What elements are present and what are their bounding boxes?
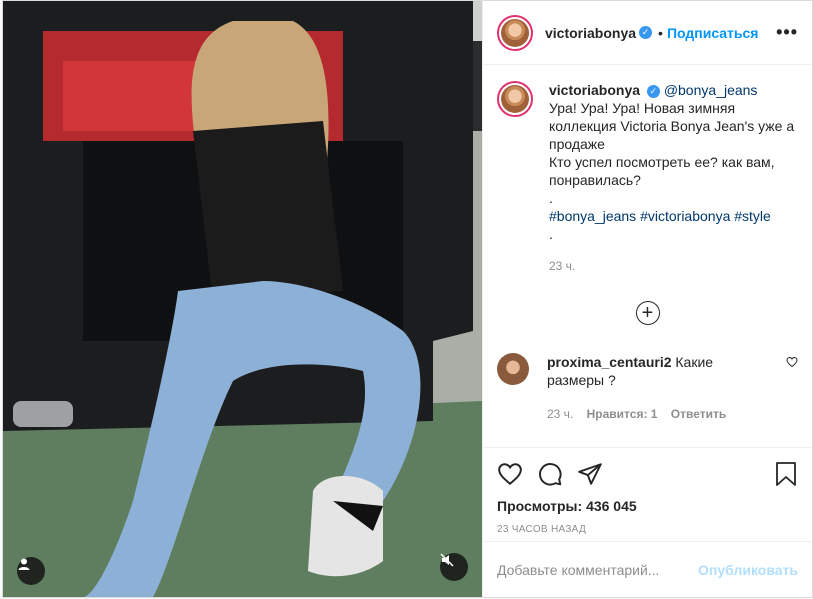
post-timestamp[interactable]: 23 ЧАСОВ НАЗАД xyxy=(497,524,798,535)
post-video[interactable] xyxy=(3,1,482,597)
caption: victoriabonya ✓ @bonya_jeans Ура! Ура! У… xyxy=(497,81,798,275)
reply-button[interactable]: Ответить xyxy=(671,407,726,421)
comment-time[interactable]: 23 ч. xyxy=(547,407,573,421)
video-frame xyxy=(3,1,482,597)
caption-author[interactable]: victoriabonya xyxy=(549,82,640,98)
caption-line1: Ура! Ура! Ура! Новая зимняя коллекция Vi… xyxy=(549,100,795,152)
caption-time[interactable]: 23 ч. xyxy=(549,257,795,275)
author-avatar[interactable] xyxy=(497,14,533,51)
post-header: victoriabonya ✓ • Подписаться ••• xyxy=(483,1,812,65)
views-label: Просмотры: xyxy=(497,498,583,514)
add-comment-bar: Опубликовать xyxy=(483,541,812,597)
comments-section: victoriabonya ✓ @bonya_jeans Ура! Ура! У… xyxy=(483,65,812,447)
comment-input[interactable] xyxy=(497,561,699,578)
separator-dot: • xyxy=(658,24,663,41)
verified-icon: ✓ xyxy=(646,84,660,98)
caption-mention[interactable]: @bonya_jeans xyxy=(664,82,758,98)
caption-dot: . xyxy=(549,190,553,206)
comment-author[interactable]: proxima_centauri2 xyxy=(547,354,672,370)
publish-button[interactable]: Опубликовать xyxy=(698,562,798,578)
author-username[interactable]: victoriabonya xyxy=(545,25,636,41)
comment-like-heart-icon[interactable] xyxy=(786,355,798,423)
comment-avatar[interactable] xyxy=(497,353,529,385)
comment-icon[interactable] xyxy=(537,461,563,490)
user-tag-button[interactable] xyxy=(17,557,45,585)
hashtag[interactable]: #style xyxy=(734,208,771,224)
mute-button[interactable] xyxy=(440,553,468,581)
plus-icon: + xyxy=(641,302,654,324)
comment-body: proxima_centauri2 Какие размеры ? 23 ч. … xyxy=(547,353,769,423)
caption-line2: Кто успел посмотреть ее? как вам, понрав… xyxy=(549,154,775,188)
comment-likes[interactable]: Нравится: 1 xyxy=(587,407,658,421)
views-value: 436 045 xyxy=(586,498,637,514)
save-icon[interactable] xyxy=(774,461,798,490)
more-icon[interactable]: ••• xyxy=(776,22,798,43)
share-icon[interactable] xyxy=(577,461,603,490)
heart-icon[interactable] xyxy=(497,461,523,490)
post-sidebar: victoriabonya ✓ • Подписаться ••• victor… xyxy=(482,1,812,597)
views-count[interactable]: Просмотры: 436 045 xyxy=(497,498,798,514)
hashtag[interactable]: #victoriabonya xyxy=(640,208,730,224)
comment: proxima_centauri2 Какие размеры ? 23 ч. … xyxy=(497,353,798,423)
post-card: victoriabonya ✓ • Подписаться ••• victor… xyxy=(2,0,813,598)
load-more-comments-button[interactable]: + xyxy=(635,301,660,325)
caption-avatar[interactable] xyxy=(497,81,533,117)
comment-meta: 23 ч. Нравится: 1 Ответить xyxy=(547,405,769,423)
follow-button[interactable]: Подписаться xyxy=(667,25,759,41)
hashtag[interactable]: #bonya_jeans xyxy=(549,208,636,224)
verified-icon: ✓ xyxy=(639,26,653,39)
caption-text: victoriabonya ✓ @bonya_jeans Ура! Ура! У… xyxy=(549,81,795,275)
caption-dot: . xyxy=(549,226,553,242)
